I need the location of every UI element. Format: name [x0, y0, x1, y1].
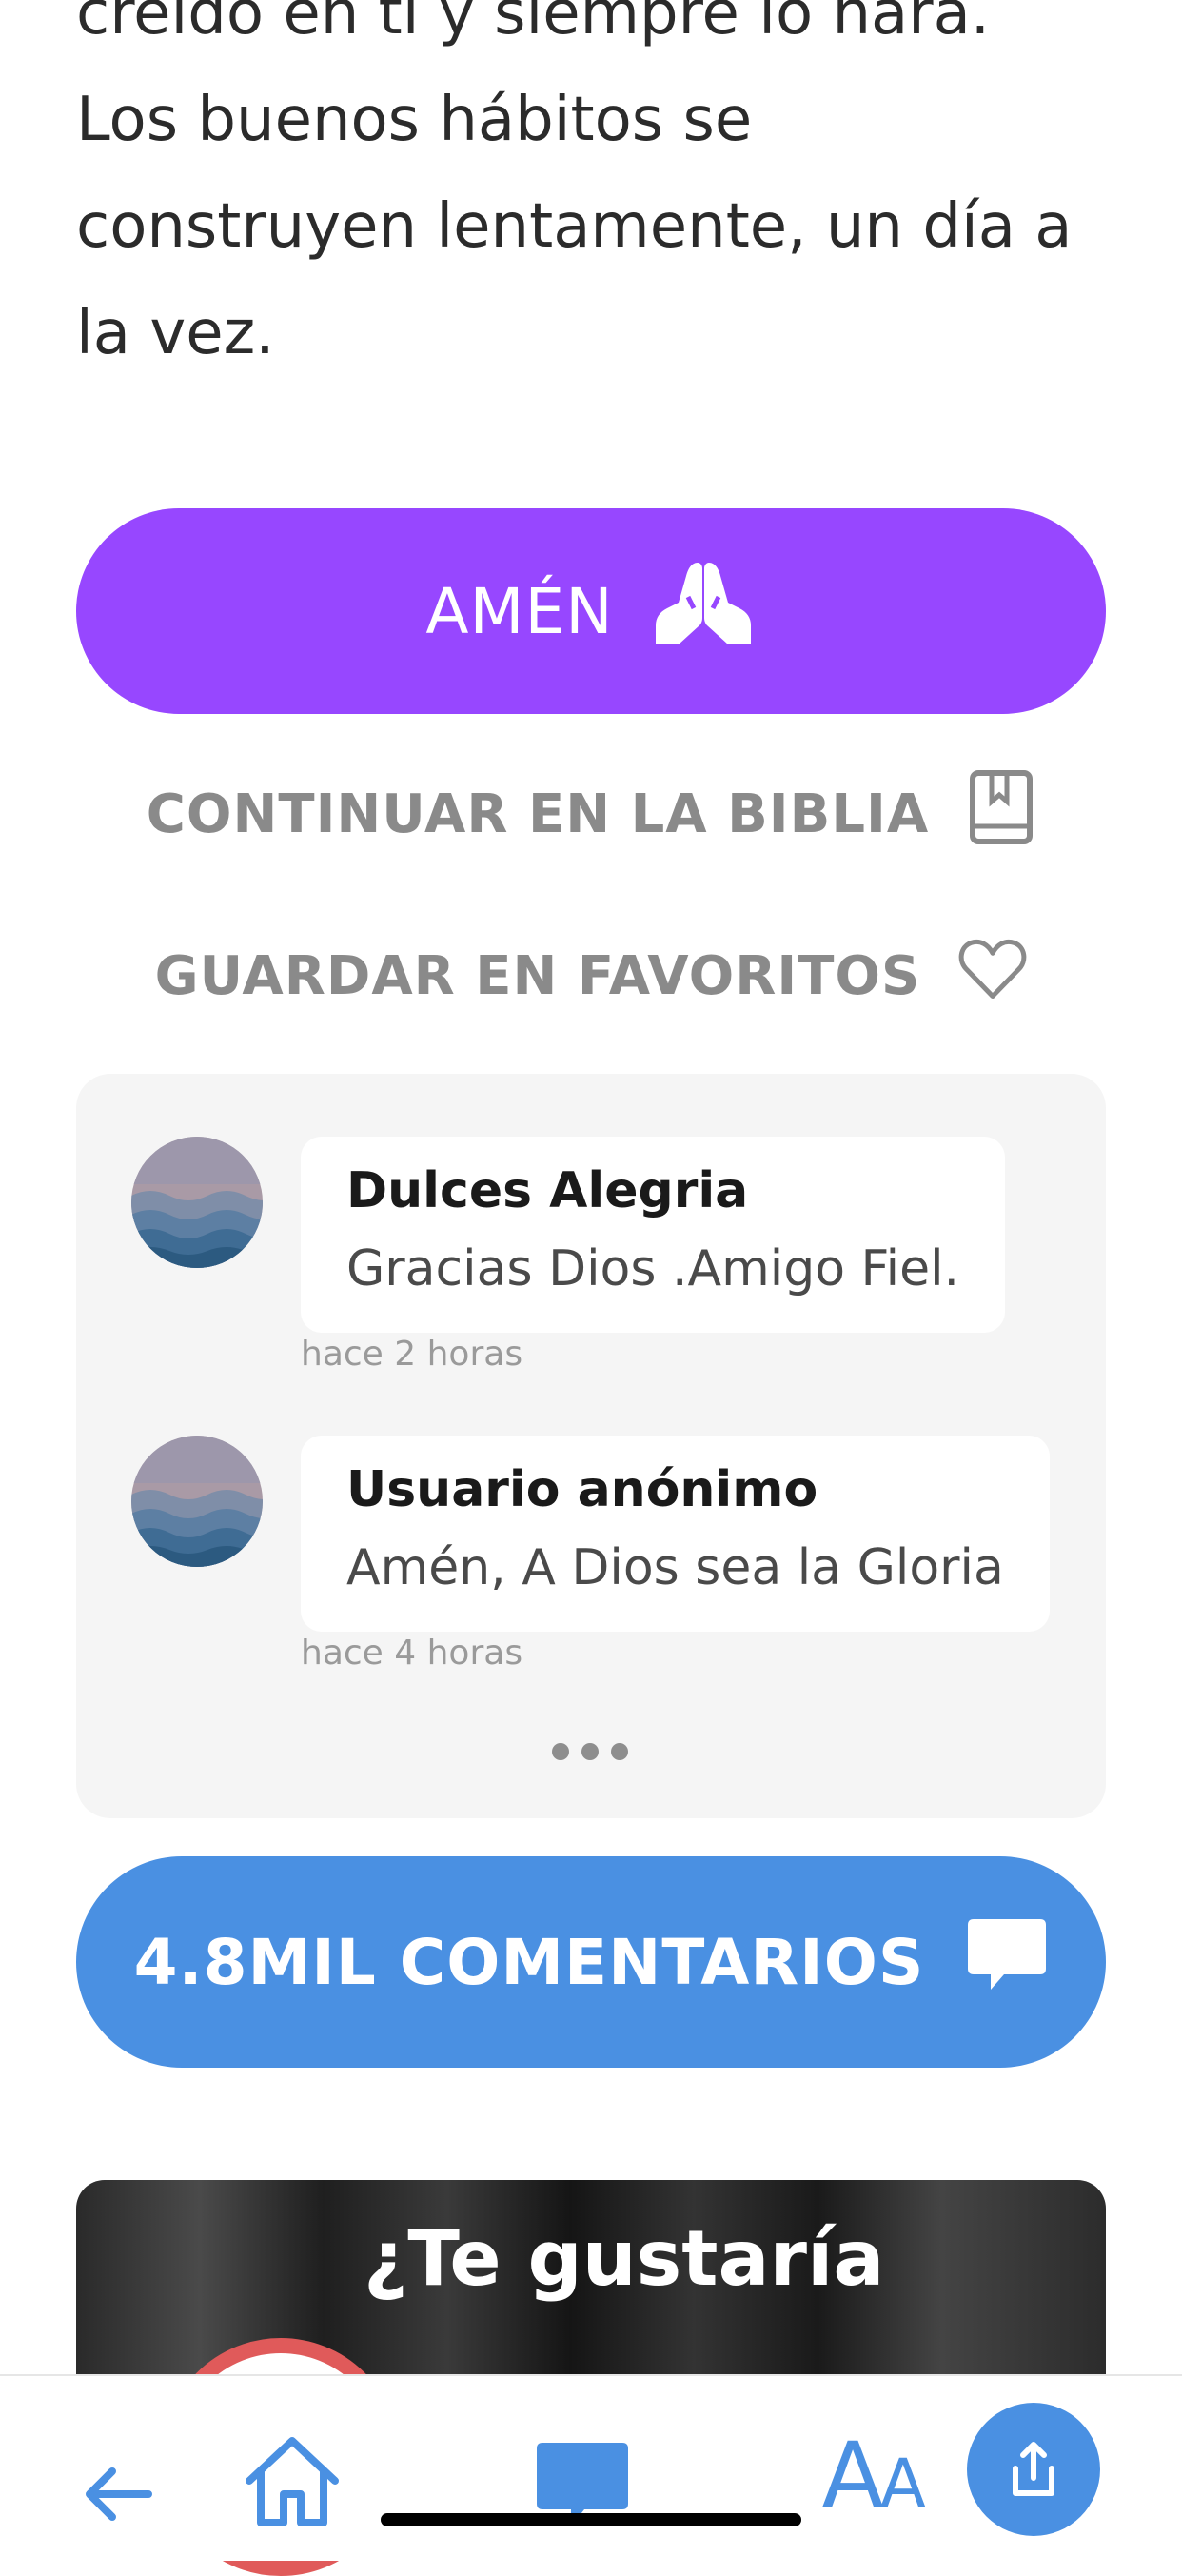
comment-text: Amén, A Dios sea la Gloria: [346, 1539, 1004, 1596]
amen-button[interactable]: AMÉN: [76, 508, 1106, 714]
back-arrow-icon: [86, 2467, 152, 2521]
comments-preview-card: Dulces Alegria Gracias Dios .Amigo Fiel.…: [76, 1074, 1106, 1818]
devotional-line: Los buenos hábitos se: [76, 85, 753, 155]
devotional-text: creído en tí y siempre lo hará. Los buen…: [76, 0, 1113, 386]
save-favorites-label: GUARDAR EN FAVORITOS: [154, 944, 921, 1007]
text-size-button[interactable]: A A: [817, 2424, 931, 2528]
bottom-toolbar: A A: [0, 2374, 1182, 2561]
comments-button[interactable]: 4.8MIL COMENTARIOS: [76, 1856, 1106, 2068]
share-icon: [1013, 2442, 1054, 2496]
home-icon: [246, 2437, 339, 2526]
avatar: [131, 1137, 263, 1268]
comment-bubble: Dulces Alegria Gracias Dios .Amigo Fiel.: [301, 1137, 1006, 1333]
comment-time: hace 4 horas: [301, 1634, 523, 1673]
back-button[interactable]: [78, 2454, 158, 2534]
comment-bubble-icon: [966, 1913, 1048, 2011]
avatar: [131, 1436, 263, 1567]
comment-time: hace 2 horas: [301, 1335, 523, 1374]
save-favorites-button[interactable]: GUARDAR EN FAVORITOS: [0, 933, 1182, 1019]
comment-author: Usuario anónimo: [346, 1461, 818, 1518]
promo-title: ¿Te gustaría: [364, 2214, 885, 2303]
devotional-line: creído en tí y siempre lo hará.: [76, 0, 991, 49]
home-indicator: [381, 2513, 801, 2526]
book-icon: [967, 769, 1035, 859]
amen-label: AMÉN: [425, 574, 614, 648]
comment-author: Dulces Alegria: [346, 1162, 749, 1219]
comment-bubble: Usuario anónimo Amén, A Dios sea la Glor…: [301, 1436, 1050, 1632]
share-button[interactable]: [967, 2403, 1100, 2536]
devotional-line: la vez.: [76, 298, 275, 368]
text-size-icon-big: A: [821, 2423, 884, 2529]
praying-hands-icon: [650, 559, 757, 664]
heart-icon: [958, 931, 1027, 1020]
comments-count-label: 4.8MIL COMENTARIOS: [133, 1925, 925, 1999]
text-size-icon-small: A: [879, 2445, 926, 2523]
continue-bible-button[interactable]: CONTINUAR EN LA BIBLIA: [0, 769, 1182, 859]
comment-text: Gracias Dios .Amigo Fiel.: [346, 1240, 960, 1298]
more-comments-icon[interactable]: [552, 1733, 628, 1771]
devotional-line: construyen lentamente, un día a: [76, 191, 1073, 262]
home-button[interactable]: [242, 2431, 343, 2532]
continue-bible-label: CONTINUAR EN LA BIBLIA: [146, 783, 930, 845]
